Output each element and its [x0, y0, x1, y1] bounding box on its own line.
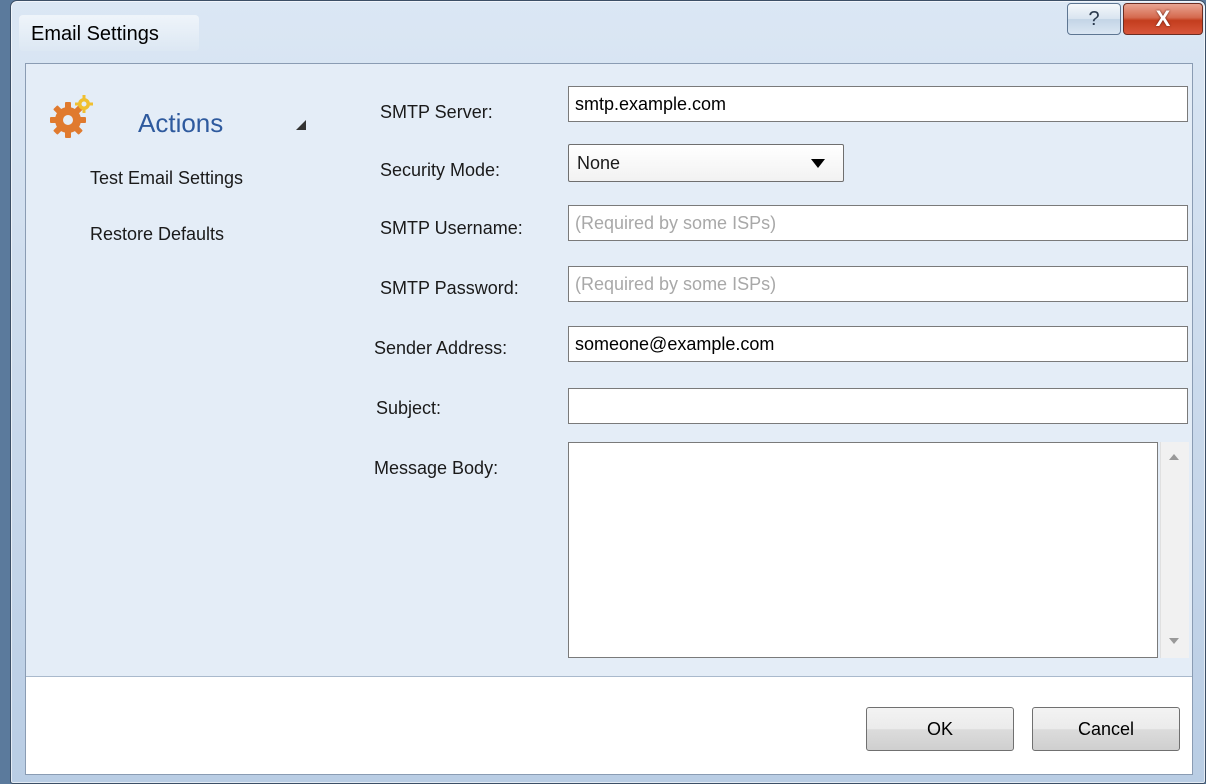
email-settings-dialog: Email Settings ? X Actions Test Email Se…	[10, 0, 1206, 784]
settings-panel: Actions Test Email Settings Restore Defa…	[26, 64, 1192, 677]
scroll-up-icon[interactable]	[1169, 454, 1179, 460]
smtp-username-label: SMTP Username:	[380, 218, 523, 238]
dialog-client-area: Actions Test Email Settings Restore Defa…	[25, 63, 1193, 775]
message-body-label: Message Body:	[374, 458, 499, 478]
smtp-server-input[interactable]	[568, 86, 1188, 122]
help-button[interactable]: ?	[1067, 3, 1121, 35]
actions-title: Actions	[138, 108, 224, 138]
close-button[interactable]: X	[1123, 3, 1203, 35]
security-mode-value: None	[577, 152, 621, 173]
message-body-textarea[interactable]	[568, 442, 1158, 658]
smtp-password-label: SMTP Password:	[380, 278, 519, 298]
test-email-settings-link[interactable]: Test Email Settings	[90, 168, 243, 189]
security-mode-select[interactable]: None	[568, 144, 844, 182]
cancel-button[interactable]: Cancel	[1032, 707, 1180, 751]
subject-label: Subject:	[376, 398, 442, 418]
smtp-server-label: SMTP Server:	[380, 102, 493, 122]
sender-address-input[interactable]	[568, 326, 1188, 362]
restore-defaults-link[interactable]: Restore Defaults	[90, 224, 224, 245]
help-icon: ?	[1088, 7, 1100, 30]
smtp-username-input[interactable]	[568, 205, 1188, 241]
message-body-scrollbar[interactable]	[1160, 442, 1189, 658]
scroll-down-icon[interactable]	[1169, 638, 1179, 644]
close-icon: X	[1155, 6, 1171, 31]
gear-icon	[50, 95, 93, 138]
smtp-password-input[interactable]	[568, 266, 1188, 302]
dialog-footer	[26, 677, 1192, 774]
ok-button[interactable]: OK	[866, 707, 1014, 751]
sender-address-label: Sender Address:	[374, 338, 508, 358]
subject-input[interactable]	[568, 388, 1188, 424]
window-title: Email Settings	[31, 23, 159, 45]
collapse-triangle-icon[interactable]	[296, 120, 306, 130]
dropdown-arrow-icon	[811, 158, 825, 168]
security-mode-label: Security Mode:	[380, 160, 501, 180]
title-bar[interactable]: Email Settings ? X	[11, 1, 1205, 63]
